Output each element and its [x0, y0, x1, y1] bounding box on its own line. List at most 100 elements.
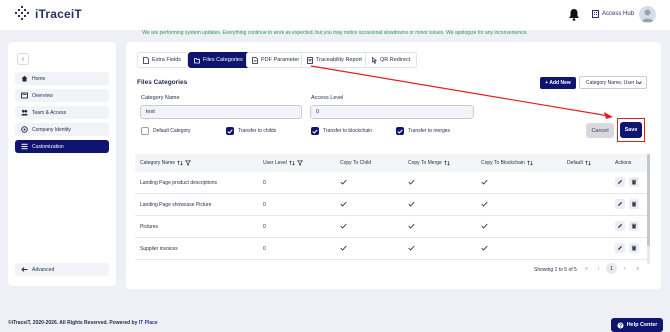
sidebar-item-label: Customization [32, 143, 64, 150]
chevron-left-icon: ‹ [21, 55, 25, 63]
top-bar: iTraceiT Access Hub [0, 0, 670, 30]
checkbox-box[interactable] [141, 127, 149, 135]
logo-icon [15, 6, 29, 20]
cell-user-level: 0 [263, 180, 266, 186]
sidebar-item-team-access[interactable]: Team & Access [15, 106, 109, 119]
edit-button[interactable] [615, 221, 625, 231]
chevron-down-icon [637, 81, 642, 85]
cell-category-name: Landing Page product descriptions [140, 180, 217, 186]
checkbox-box[interactable] [311, 127, 319, 135]
sidebar-item-label: Overview [32, 92, 53, 99]
sort-icon[interactable] [585, 160, 591, 166]
sidebar-item-label: Home [32, 75, 46, 82]
cancel-button[interactable]: Cancel [586, 123, 614, 138]
cell-category-name: Pictures [140, 224, 159, 230]
trash-icon [631, 201, 637, 207]
category-name-input[interactable]: test [140, 105, 302, 119]
company-icon [21, 126, 28, 133]
checkbox-box[interactable] [396, 127, 404, 135]
check-icon [408, 223, 415, 229]
filter-icon[interactable] [185, 160, 192, 166]
avatar[interactable] [639, 6, 656, 23]
column-header-label: Copy To Merge [408, 160, 442, 166]
checkbox-label: Transfer to merges [408, 128, 451, 134]
cell-category-name: Supplier invoices [140, 246, 178, 252]
save-button[interactable]: Save [620, 122, 642, 138]
page-last-button[interactable]: » [632, 263, 643, 274]
logo[interactable]: iTraceiT [14, 6, 82, 22]
tab-label: Extra Fields [152, 57, 182, 63]
transfer-to-merges-checkbox[interactable]: Transfer to merges [396, 127, 450, 135]
check-icon [481, 179, 488, 185]
tab-qr-redirect[interactable]: QR Redirect [365, 52, 418, 68]
checkbox-box[interactable] [226, 127, 234, 135]
pdf-icon [252, 57, 258, 64]
delete-button[interactable] [629, 243, 639, 253]
bell-icon[interactable] [568, 8, 580, 21]
transfer-to-childs-checkbox[interactable]: Transfer to childs [226, 127, 276, 135]
delete-button[interactable] [629, 221, 639, 231]
sidebar-item-label: Advanced [32, 266, 55, 273]
help-center-button[interactable]: ? Help Center [611, 318, 663, 332]
tab-traceability-report[interactable]: Traceability Report [301, 52, 369, 68]
column-header-copy-to-blockchain[interactable]: Copy To Blockchain [481, 160, 533, 166]
column-header-category-name[interactable]: Category Name [140, 160, 192, 166]
sort-icon[interactable] [177, 160, 183, 166]
check-icon [312, 129, 318, 134]
column-header-label: Default [567, 160, 583, 166]
tab-extra-fields[interactable]: Extra Fields [137, 52, 189, 68]
edit-button[interactable] [615, 199, 625, 209]
check-icon [340, 245, 347, 251]
column-select[interactable]: Category Name, User L... [579, 76, 647, 89]
scrollbar-thumb[interactable] [647, 154, 650, 246]
table-row[interactable]: Pictures 0 [135, 216, 647, 238]
check-icon [408, 245, 415, 251]
sort-icon[interactable] [527, 160, 533, 166]
add-new-button[interactable]: + Add New [540, 77, 576, 89]
tab-files-categories[interactable]: Files Categories [188, 52, 250, 68]
column-header-copy-to-child[interactable]: Copy To Child [340, 160, 371, 166]
overview-icon [21, 92, 28, 99]
page-first-button[interactable]: « [581, 263, 592, 274]
delete-button[interactable] [629, 177, 639, 187]
sidebar-item-advanced[interactable]: Advanced [15, 263, 109, 276]
table-scrollbar[interactable] [647, 154, 650, 264]
category-name-label: Category Name [141, 95, 180, 101]
access-hub-link[interactable]: Access Hub [592, 10, 634, 18]
table-row[interactable]: Landing Page product descriptions 0 [135, 172, 647, 194]
tab-pdf-parameter[interactable]: PDF Parameter [246, 52, 307, 68]
page-prev-button[interactable]: ‹ [593, 263, 604, 274]
check-icon [408, 179, 415, 185]
sort-icon[interactable] [444, 160, 450, 166]
page-current-button[interactable]: 1 [606, 263, 617, 274]
table-row[interactable]: Supplier invoices 0 [135, 238, 647, 260]
access-level-label: Access Level [311, 95, 344, 101]
help-center-label: Help Center [626, 322, 658, 328]
delete-button[interactable] [629, 199, 639, 209]
edit-button[interactable] [615, 243, 625, 253]
sidebar-item-home[interactable]: Home [15, 72, 109, 85]
default-category-checkbox[interactable]: Default Category [141, 127, 191, 135]
sidebar-item-overview[interactable]: Overview [15, 89, 109, 102]
column-header-copy-to-merge[interactable]: Copy To Merge [408, 160, 450, 166]
table-row[interactable]: Landing Page showcase Picture 0 [135, 194, 647, 216]
checkbox-label: Transfer to childs [238, 128, 277, 134]
sidebar-item-customization[interactable]: Customization [15, 140, 109, 153]
file-icon [143, 57, 149, 64]
column-header-label: User Level [263, 160, 287, 166]
section-title: Files Categories [137, 79, 188, 86]
column-select-value: Category Name, User L... [586, 79, 643, 86]
filter-icon[interactable] [296, 160, 303, 166]
arrow-left-icon [21, 267, 28, 272]
page-next-button[interactable]: › [619, 263, 630, 274]
edit-button[interactable] [615, 177, 625, 187]
column-header-default[interactable]: Default [567, 160, 591, 166]
sidebar-item-company-identity[interactable]: Company Identity [15, 123, 109, 136]
access-level-input[interactable]: 0 [310, 105, 474, 119]
sidebar-collapse-button[interactable]: ‹ [17, 53, 29, 65]
help-icon: ? [617, 322, 624, 329]
footer-brand-link[interactable]: IT Place [139, 320, 158, 326]
sort-icon[interactable] [289, 160, 295, 166]
transfer-to-blockchain-checkbox[interactable]: Transfer to blockchain [311, 127, 372, 135]
column-header-user-level[interactable]: User Level [263, 160, 303, 166]
